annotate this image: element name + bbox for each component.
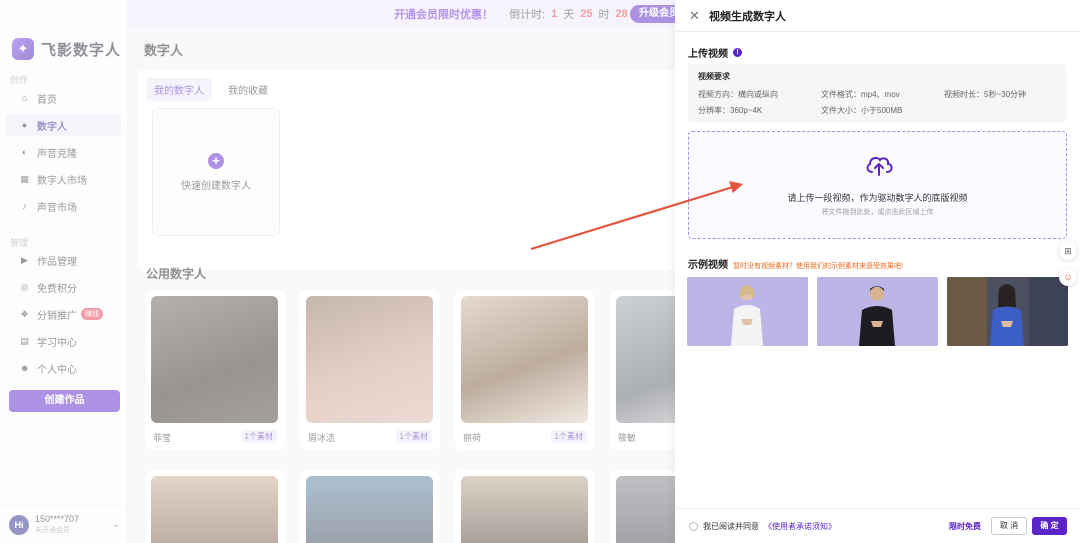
example-video-1[interactable]: [687, 277, 808, 346]
requirement-resolution: 分辨率：360p~4K: [698, 106, 763, 115]
examples-header: 示例视频 暂时没有视频素材？使用我们的示例素材来感受效果吧!: [688, 256, 903, 271]
agreement-link[interactable]: 《使用者承诺须知》: [764, 521, 836, 532]
drawer-title: 视频生成数字人: [709, 10, 786, 23]
examples-title: 示例视频: [688, 260, 728, 271]
qr-code-icon[interactable]: ⊞: [1059, 242, 1077, 260]
requirement-orientation: 视频方向：横向或纵向: [698, 90, 778, 99]
example-person-figure: [687, 277, 808, 346]
customer-service-icon[interactable]: ☺: [1059, 268, 1077, 286]
close-icon[interactable]: ✕: [689, 8, 701, 24]
upload-section-title: 上传视频 !: [688, 45, 742, 60]
free-label: 限时免费: [949, 522, 981, 531]
requirements-title: 视频要求: [698, 72, 730, 81]
cancel-button[interactable]: 取 消: [991, 517, 1027, 535]
upload-title-text: 上传视频: [688, 49, 728, 60]
example-video-3[interactable]: [947, 277, 1068, 346]
confirm-button[interactable]: 确 定: [1032, 517, 1067, 535]
example-video-2[interactable]: [817, 277, 938, 346]
requirement-size: 文件大小：小于500MB: [821, 106, 903, 115]
agreement-text: 我已阅读并同意: [703, 522, 759, 531]
app-window: 开通会员限时优惠！ 倒计时: 1天 25时 28分 37秒 升级会员 ✦ 飞影数…: [0, 0, 1080, 543]
video-upload-dropzone[interactable]: 请上传一段视频，作为驱动数字人的底版视频 将文件拖到此处，或点击此区域上传: [688, 131, 1067, 239]
requirement-format: 文件格式：mp4、mov: [821, 90, 900, 99]
requirement-duration: 视频时长：5秒~30分钟: [944, 90, 1027, 99]
examples-tip: 暂时没有视频素材？使用我们的示例素材来感受效果吧!: [733, 263, 903, 270]
video-requirements: 视频要求 视频方向：横向或纵向 文件格式：mp4、mov 视频时长：5秒~30分…: [688, 64, 1066, 122]
video-generate-drawer: ✕ 视频生成数字人 上传视频 ! 视频要求 视频方向：横向或纵向 文件格式：mp…: [675, 0, 1080, 543]
drawer-footer: 我已阅读并同意 《使用者承诺须知》 限时免费 取 消 确 定: [675, 508, 1080, 543]
upload-instruction: 请上传一段视频，作为驱动数字人的底版视频: [787, 193, 968, 203]
info-icon[interactable]: !: [733, 48, 742, 57]
drawer-header: ✕ 视频生成数字人: [675, 0, 1080, 32]
example-person-figure: [817, 277, 938, 346]
agreement-radio[interactable]: [689, 522, 698, 531]
modal-backdrop[interactable]: [0, 0, 675, 543]
cloud-upload-icon: [866, 156, 893, 176]
example-person-figure: [947, 277, 1068, 346]
upload-hint: 将文件拖到此处，或点击此区域上传: [821, 209, 934, 216]
